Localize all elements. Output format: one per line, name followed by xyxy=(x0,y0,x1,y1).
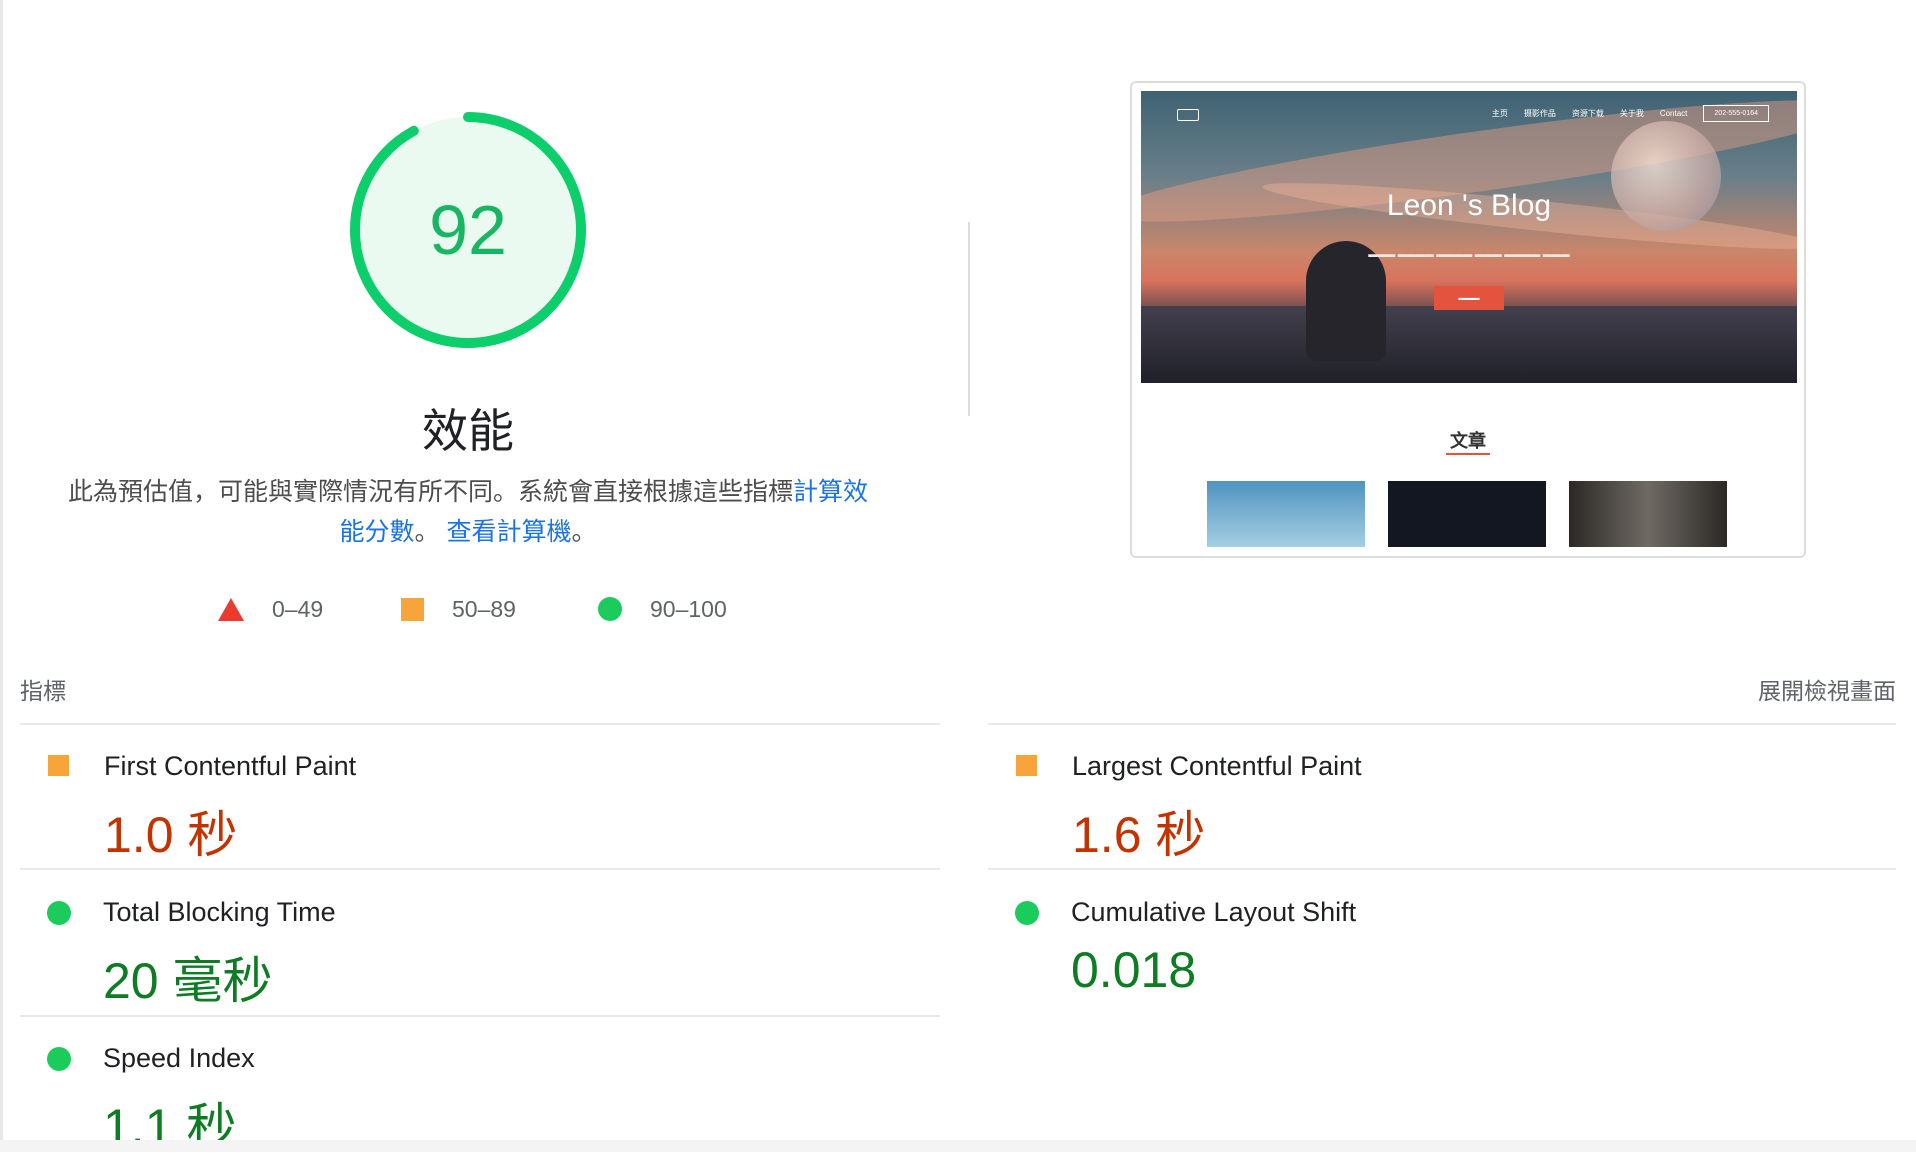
metric-label: Cumulative Layout Shift xyxy=(1071,897,1357,927)
blog-hero-image: 主页 摄影作品 资源下载 关于我 Contact 202-555-0164 Le… xyxy=(1141,91,1797,383)
category-title: 效能 xyxy=(422,405,514,457)
nav-phone: 202-555-0164 xyxy=(1703,105,1769,122)
metric-value: 1.0 秒 xyxy=(104,807,238,863)
category-description: 此為預估值，可能與實際情況有所不同。系統會直接根據這些指標計算效能分數。 查看計… xyxy=(62,472,874,552)
circle-icon xyxy=(1015,901,1039,925)
divider xyxy=(20,868,940,870)
article-card-image xyxy=(1207,481,1365,547)
square-icon xyxy=(1016,755,1037,776)
legend-fail: 0–49 xyxy=(218,592,323,626)
triangle-icon xyxy=(218,597,244,621)
legend-fail-range: 0–49 xyxy=(272,595,324,622)
article-card-image xyxy=(1388,481,1546,547)
metric-label: Largest Contentful Paint xyxy=(1072,751,1362,781)
metric-value: 0.018 xyxy=(1071,942,1197,998)
expand-view-toggle[interactable]: 展開檢視畫面 xyxy=(1758,672,1896,706)
vertical-divider xyxy=(968,222,970,416)
performance-score-gauge: 92 xyxy=(343,105,593,355)
metric-value: 20 毫秒 xyxy=(103,953,273,1009)
bottom-edge xyxy=(0,1140,1916,1152)
legend-pass: 90–100 xyxy=(598,592,727,626)
nav-item: Contact xyxy=(1659,109,1688,118)
final-screenshot[interactable]: 主页 摄影作品 资源下载 关于我 Contact 202-555-0164 Le… xyxy=(1130,81,1806,558)
divider xyxy=(20,723,940,725)
logo-icon xyxy=(1177,109,1199,121)
sitting-figure xyxy=(1306,241,1386,361)
nav-item: 摄影作品 xyxy=(1523,109,1556,118)
description-text: 此為預估值，可能與實際情況有所不同。系統會直接根據這些指標 xyxy=(67,478,793,506)
metrics-header: 指標 xyxy=(20,678,66,704)
square-icon xyxy=(401,597,424,621)
nav-item: 资源下载 xyxy=(1571,109,1604,118)
view-calculator-link[interactable]: 查看計算機 xyxy=(446,518,571,546)
about-me-button: ▬▬▬ xyxy=(1434,286,1504,310)
circle-icon xyxy=(47,1047,71,1071)
description-end: 。 xyxy=(571,518,597,546)
legend-average: 50–89 xyxy=(401,592,516,626)
circle-icon xyxy=(47,901,71,925)
blog-title: Leon 's Blog xyxy=(1386,189,1552,222)
divider xyxy=(988,868,1896,870)
section-title: 文章 xyxy=(1450,431,1486,451)
performance-score: 92 xyxy=(429,191,507,269)
metric-label: Speed Index xyxy=(103,1043,255,1073)
metric-value: 1.6 秒 xyxy=(1072,807,1206,863)
legend-average-range: 50–89 xyxy=(452,595,516,622)
metric-label: First Contentful Paint xyxy=(104,751,357,781)
blog-subtitle-lines: ▬▬▬ ▬▬▬▬ ▬▬▬▬ ▬▬▬ ▬▬▬▬ ▬▬▬ xyxy=(1368,249,1570,259)
blog-nav: 主页 摄影作品 资源下载 关于我 Contact 202-555-0164 xyxy=(1492,105,1769,122)
divider xyxy=(988,723,1896,725)
description-separator: 。 xyxy=(414,518,440,546)
nav-item: 主页 xyxy=(1491,109,1508,118)
left-border xyxy=(0,0,3,1152)
legend-pass-range: 90–100 xyxy=(650,595,727,622)
circle-icon xyxy=(598,597,622,621)
section-underline xyxy=(1446,453,1490,455)
nav-item: 关于我 xyxy=(1619,109,1644,118)
square-icon xyxy=(48,755,69,776)
rooftop-ground xyxy=(1141,306,1797,383)
divider xyxy=(20,1015,940,1017)
article-card-image xyxy=(1569,481,1727,547)
metric-label: Total Blocking Time xyxy=(103,897,336,927)
